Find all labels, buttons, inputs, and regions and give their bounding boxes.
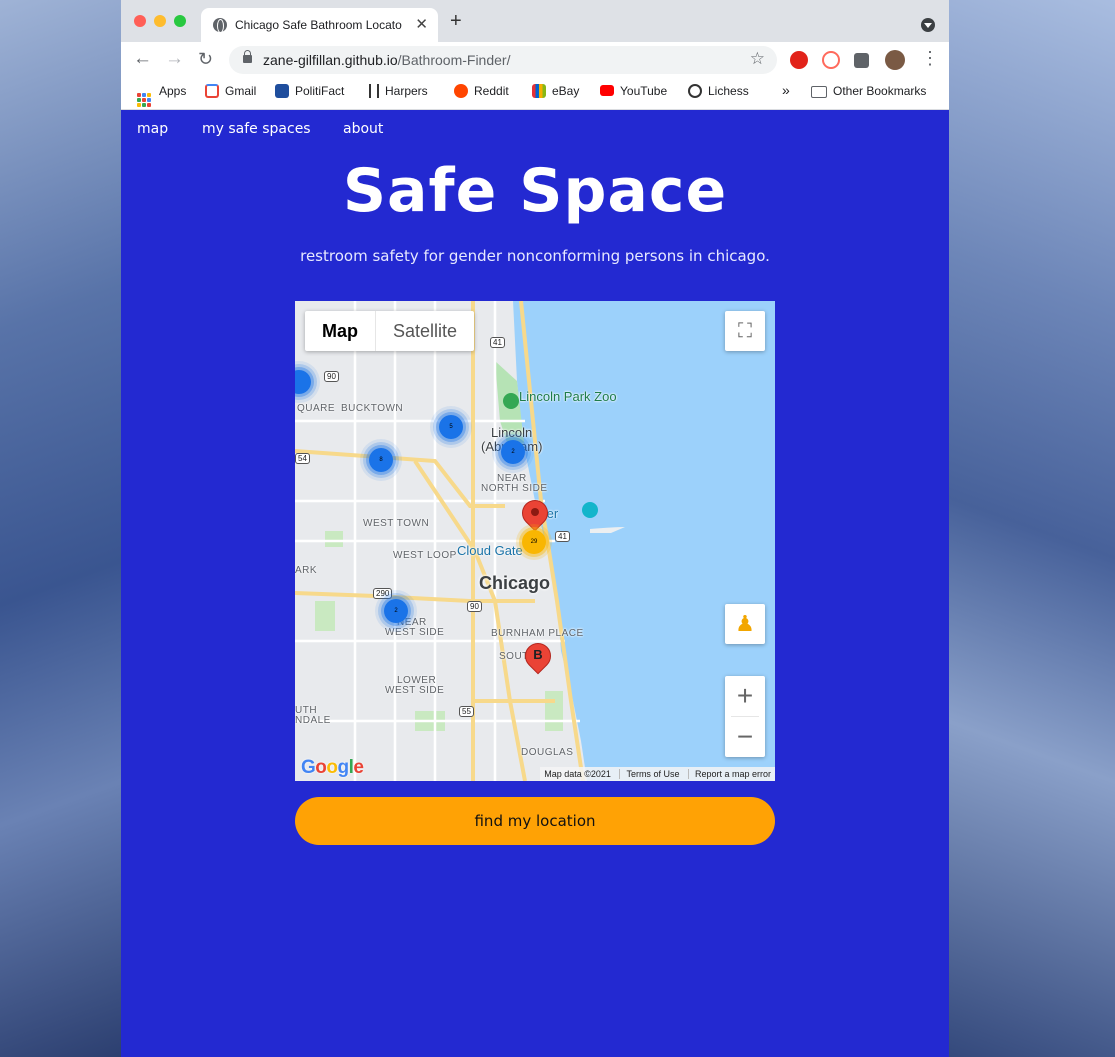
bookmark-apps[interactable]: Apps (137, 84, 186, 107)
area-label: BUCKTOWN (341, 403, 404, 414)
desktop-wallpaper-left (0, 0, 121, 1057)
nav-about-link[interactable]: about (343, 121, 383, 137)
highway-shield: 290 (373, 588, 393, 599)
ebay-icon (532, 84, 546, 98)
gmail-icon (205, 84, 219, 98)
area-label: QUARE (297, 403, 336, 414)
map-type-control: Map Satellite (305, 311, 475, 351)
puzzle-extensions-icon[interactable] (854, 53, 869, 68)
minimize-window-button[interactable] (154, 15, 166, 27)
bookmark-harpers[interactable]: Harpers (369, 84, 428, 98)
browser-menu-icon[interactable]: ⋮ (921, 48, 939, 68)
zoom-window-button[interactable] (174, 15, 186, 27)
area-label: WEST SIDE (385, 627, 445, 638)
bookmarks-bar: Apps Gmail PolitiFact Harpers Reddit eBa… (121, 78, 949, 110)
marker-cluster[interactable]: 8 (369, 448, 393, 472)
browser-window: Chicago Safe Bathroom Locato ✕ + ← → ↻ z… (121, 0, 949, 1057)
marker-cluster[interactable]: 5 (439, 415, 463, 439)
forward-icon[interactable]: → (165, 48, 184, 70)
highway-shield: 55 (459, 706, 474, 717)
bookmark-youtube[interactable]: YouTube (600, 84, 667, 98)
terms-of-use-link[interactable]: Terms of Use (619, 769, 680, 779)
zoom-in-button[interactable]: + (725, 676, 765, 716)
highway-shield: 54 (295, 453, 310, 464)
adblock-extension-icon[interactable] (790, 51, 808, 69)
zoo-marker-icon[interactable] (503, 393, 519, 409)
area-label: NORTH SIDE (481, 483, 548, 494)
new-tab-button[interactable]: + (450, 11, 462, 31)
nav-my-safe-spaces-link[interactable]: my safe spaces (202, 121, 311, 137)
reddit-icon (454, 84, 468, 98)
area-label: NDALE (295, 715, 331, 726)
map-widget[interactable]: Map Satellite ⛶ ♟ + − QUARE BUCKTOWN Lin… (295, 301, 775, 781)
browser-toolbar: ← → ↻ zane-gilfillan.github.io/Bathroom-… (121, 42, 949, 78)
marker-cluster[interactable]: 29 (522, 530, 546, 554)
desktop-wallpaper-right (949, 0, 1115, 1057)
park-label: Lincoln (491, 425, 533, 440)
lock-icon (243, 50, 252, 63)
fullscreen-icon[interactable]: ⛶ (725, 311, 765, 351)
profile-avatar[interactable] (885, 50, 905, 70)
highway-shield: 41 (555, 531, 570, 542)
politifact-icon (275, 84, 289, 98)
attraction-marker-icon[interactable] (582, 502, 598, 518)
tab-title: Chicago Safe Bathroom Locato (235, 18, 402, 32)
map-attribution: Map data ©2021 Terms of Use Report a map… (540, 767, 775, 781)
highway-shield: 41 (490, 337, 505, 348)
nav-map-link[interactable]: map (137, 121, 168, 137)
map-type-satellite-button[interactable]: Satellite (376, 311, 474, 351)
bookmark-star-icon[interactable]: ☆ (750, 49, 765, 69)
harpers-icon (369, 84, 379, 98)
poi-lincoln-park-zoo[interactable]: Lincoln Park Zoo (519, 389, 617, 404)
bookmark-gmail[interactable]: Gmail (205, 84, 256, 98)
area-label: ARK (295, 565, 318, 576)
reload-icon[interactable]: ↻ (198, 48, 213, 70)
area-label: WEST SIDE (385, 685, 445, 696)
city-label: Chicago (479, 573, 551, 593)
zoom-control: + − (725, 676, 765, 757)
find-my-location-button[interactable]: find my location (295, 797, 775, 845)
youtube-icon (600, 85, 614, 96)
lichess-icon (688, 84, 702, 98)
close-window-button[interactable] (134, 15, 146, 27)
bookmark-politifact[interactable]: PolitiFact (275, 84, 344, 98)
page-title: Safe Space (342, 156, 728, 226)
bookmark-lichess[interactable]: Lichess (688, 84, 749, 98)
globe-icon (213, 18, 227, 33)
url-text: zane-gilfillan.github.io/Bathroom-Finder… (263, 52, 511, 68)
other-bookmarks-folder[interactable]: Other Bookmarks (811, 84, 926, 98)
marker-cluster[interactable]: 2 (501, 440, 525, 464)
tab-bar: Chicago Safe Bathroom Locato ✕ + (121, 0, 949, 42)
area-label: WEST LOOP (393, 550, 457, 561)
map-data-credit: Map data ©2021 (544, 769, 611, 779)
zoom-out-button[interactable]: − (725, 717, 765, 757)
close-tab-icon[interactable]: ✕ (415, 15, 428, 33)
report-map-error-link[interactable]: Report a map error (687, 769, 771, 779)
bookmark-ebay[interactable]: eBay (532, 84, 579, 98)
marker-cluster[interactable]: 2 (384, 599, 408, 623)
highway-shield: 90 (467, 601, 482, 612)
map-pin-dot (531, 508, 539, 516)
area-label: DOUGLAS (521, 747, 574, 758)
bookmarks-overflow-button[interactable]: » (782, 82, 790, 98)
map-type-map-button[interactable]: Map (305, 311, 376, 351)
bookmark-reddit[interactable]: Reddit (454, 84, 509, 98)
folder-icon (811, 86, 827, 98)
area-label: BURNHAM PLACE (491, 628, 584, 639)
address-bar[interactable]: zane-gilfillan.github.io/Bathroom-Finder… (229, 46, 777, 74)
google-logo: Google (301, 757, 364, 778)
highway-shield: 90 (324, 371, 339, 382)
extension-icon[interactable] (822, 51, 840, 69)
area-label: WEST TOWN (363, 518, 430, 529)
street-view-pegman-icon[interactable]: ♟ (725, 604, 765, 644)
tab-search-icon[interactable] (921, 18, 935, 32)
back-icon[interactable]: ← (133, 48, 152, 70)
apps-grid-icon (137, 93, 151, 107)
map-pin-b-label: B (533, 647, 543, 662)
poi-cloud-gate[interactable]: Cloud Gate (457, 543, 523, 558)
browser-tab[interactable]: Chicago Safe Bathroom Locato ✕ (201, 8, 438, 42)
page-tagline: restroom safety for gender nonconforming… (300, 247, 770, 265)
